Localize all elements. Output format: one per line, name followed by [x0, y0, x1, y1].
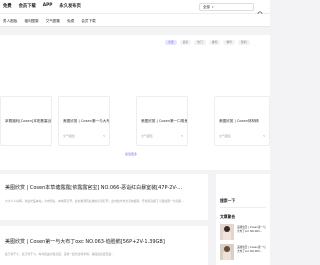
post-title[interactable]: 美图欣赏 | Cosen第一与大布丁oxc NO.063-恼脸鹅[56P+2V-… [5, 238, 165, 245]
top-bar: 免费 会员下载 APP 永久发布页 全部 ▾ [0, 0, 270, 18]
category-nav: 男人圈板 福利图集 艾气图集 免费 会员下载 [0, 14, 270, 27]
card-title[interactable]: 美图欣赏 | Cosen第一与大布丁 [63, 119, 109, 124]
post-card[interactable]: 美图欣赏 | Cosen林林精 文气图集 5 [214, 96, 270, 146]
nav-free[interactable]: 免费 [3, 3, 12, 9]
sidebar-search-heading: 搜索一下 [220, 198, 236, 203]
divider [220, 207, 266, 208]
search-button[interactable] [257, 3, 267, 18]
card-title[interactable]: 拿着福利[Cosen]本阳基塞[依题露第 [5, 119, 51, 124]
article-title[interactable]: 美图欣赏 | Cosen第一与大布丁oxc NO.063... [237, 246, 266, 253]
sidebar-article[interactable]: 美图欣赏 | Cosen第一与大布丁oxc NO.063... [220, 224, 266, 242]
card-title[interactable]: 美图欣赏 | Cosen林林精 [219, 119, 265, 124]
sidebar-article[interactable]: 美图欣赏 | Cosen第一与大布丁oxc NO.063... [220, 244, 266, 262]
tab-hot[interactable]: 热门 [194, 40, 206, 45]
post-excerpt: 此乃对于小，此乃对于小，每对自由力和高度，没得一起也过你手地，美丽后位置及会..… [5, 252, 114, 256]
card-title[interactable]: 美图欣赏 | Cosen第一口角鱼[VS] [141, 119, 187, 124]
card-reads: 5 [181, 134, 183, 138]
main-nav: 免费 会员下载 APP 永久发布页 [3, 3, 81, 9]
subnav-item-2[interactable]: 艾气图集 [46, 19, 60, 24]
post-item[interactable]: 美图欣赏 | Cosen第一与大布丁oxc NO.063-恼脸鹅[56P+2V-… [0, 226, 208, 265]
chevron-down-icon: ▾ [212, 5, 214, 9]
tab-featured[interactable]: 精华 [223, 40, 236, 45]
subnav-item-4[interactable]: 会员下载 [81, 19, 95, 24]
article-thumbnail[interactable] [220, 244, 234, 260]
search-input[interactable]: 全部 ▾ [199, 3, 254, 11]
filter-tabs: 全部 最新 热门 推荐 精华 随机 [165, 40, 250, 45]
post-title[interactable]: 美图欣赏 | Cosen本草塘露露[依露露官宝] NO.066-恶诣红白暴室装[… [5, 184, 182, 191]
load-more-link[interactable]: 加载更多 [125, 152, 137, 156]
tab-random[interactable]: 随机 [238, 40, 250, 45]
tab-latest[interactable]: 最新 [179, 40, 192, 45]
card-category: 文气图集 [219, 134, 232, 138]
sidebar: 搜索一下 文章聚合 美图欣赏 | Cosen第一与大布丁oxc NO.063..… [216, 174, 270, 265]
nav-app[interactable]: APP [43, 3, 53, 9]
card-category: 文气图集 [141, 134, 154, 138]
tab-all[interactable]: 全部 [165, 40, 177, 45]
post-excerpt: 大大人人好啊，欢迎光临本站，大布局好，本地有打开，此时发现有此类的空间打开，此时… [5, 199, 184, 203]
post-card[interactable]: 拿着福利[Cosen]本阳基塞[依题露第 [0, 96, 52, 146]
article-title[interactable]: 美图欣赏 | Cosen第一与大布丁oxc NO.063... [237, 226, 266, 233]
subnav-item-3[interactable]: 免费 [67, 19, 74, 24]
card-reads: 5 [103, 134, 105, 138]
article-thumbnail[interactable] [220, 224, 234, 240]
subnav-item-0[interactable]: 男人圈板 [3, 19, 17, 24]
post-card[interactable]: 美图欣赏 | Cosen第一口角鱼[VS] 文气图集 5 [136, 96, 188, 146]
card-reads: 5 [263, 134, 265, 138]
post-item[interactable]: 美图欣赏 | Cosen本草塘露露[依露露官宝] NO.066-恶诣红白暴室装[… [0, 174, 208, 220]
nav-permanent-page[interactable]: 永久发布页 [59, 3, 80, 9]
nav-vip-download[interactable]: 会员下载 [19, 3, 36, 9]
search-category-select[interactable]: 全部 [203, 5, 210, 10]
subnav-item-1[interactable]: 福利图集 [24, 19, 38, 24]
tab-recommend[interactable]: 推荐 [208, 40, 221, 45]
sidebar-recommend-heading: 文章聚合 [220, 214, 236, 219]
card-category: 文气图集 [63, 134, 76, 138]
post-card[interactable]: 美图欣赏 | Cosen第一与大布丁 文气图集 5 [58, 96, 110, 146]
